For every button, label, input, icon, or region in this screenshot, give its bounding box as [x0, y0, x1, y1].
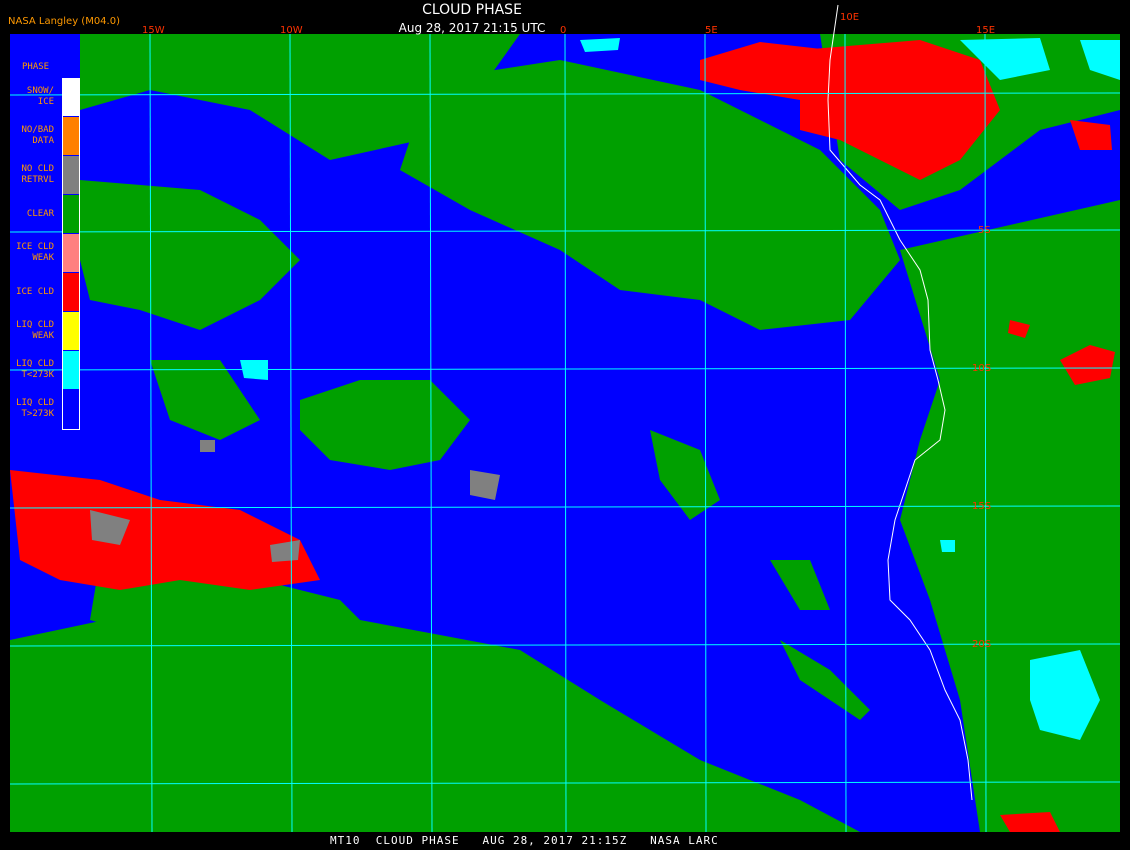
lon-label-15e: 15E: [976, 25, 995, 36]
lat-label-15s: 15S: [972, 501, 991, 512]
legend-item-label: CLEAR: [26, 208, 54, 219]
lat-label-5s: 5S: [978, 225, 991, 236]
legend-item-label: SNOW/ ICE: [26, 86, 54, 107]
footer-caption: MT10 CLOUD PHASE AUG 28, 2017 21:15Z NAS…: [330, 834, 719, 847]
legend-item-label: LIQ CLD T>273K: [16, 398, 54, 419]
legend-item-label: ICE CLD WEAK: [16, 242, 54, 263]
timestamp-subtitle: Aug 28, 2017 21:15 UTC: [398, 21, 546, 35]
legend-item-label: ICE CLD: [16, 286, 54, 297]
lat-label-20s: 20S: [972, 639, 991, 650]
legend-item-label: NO CLD RETRVL: [21, 164, 54, 185]
cloud-phase-map: 15W 10W 0 5E 10E 15E 5S 10S 15S 20S: [9, 4, 1121, 833]
legend-title: PHASE: [22, 62, 50, 72]
page-title: CLOUD PHASE: [422, 2, 522, 18]
lat-label-10s: 10S: [972, 363, 991, 374]
legend-item-label: NO/BAD DATA: [21, 125, 54, 146]
legend-item-label: LIQ CLD T<273K: [16, 359, 54, 380]
legend-color-bar-frame: [62, 78, 80, 430]
legend-item-label: LIQ CLD WEAK: [16, 320, 54, 341]
